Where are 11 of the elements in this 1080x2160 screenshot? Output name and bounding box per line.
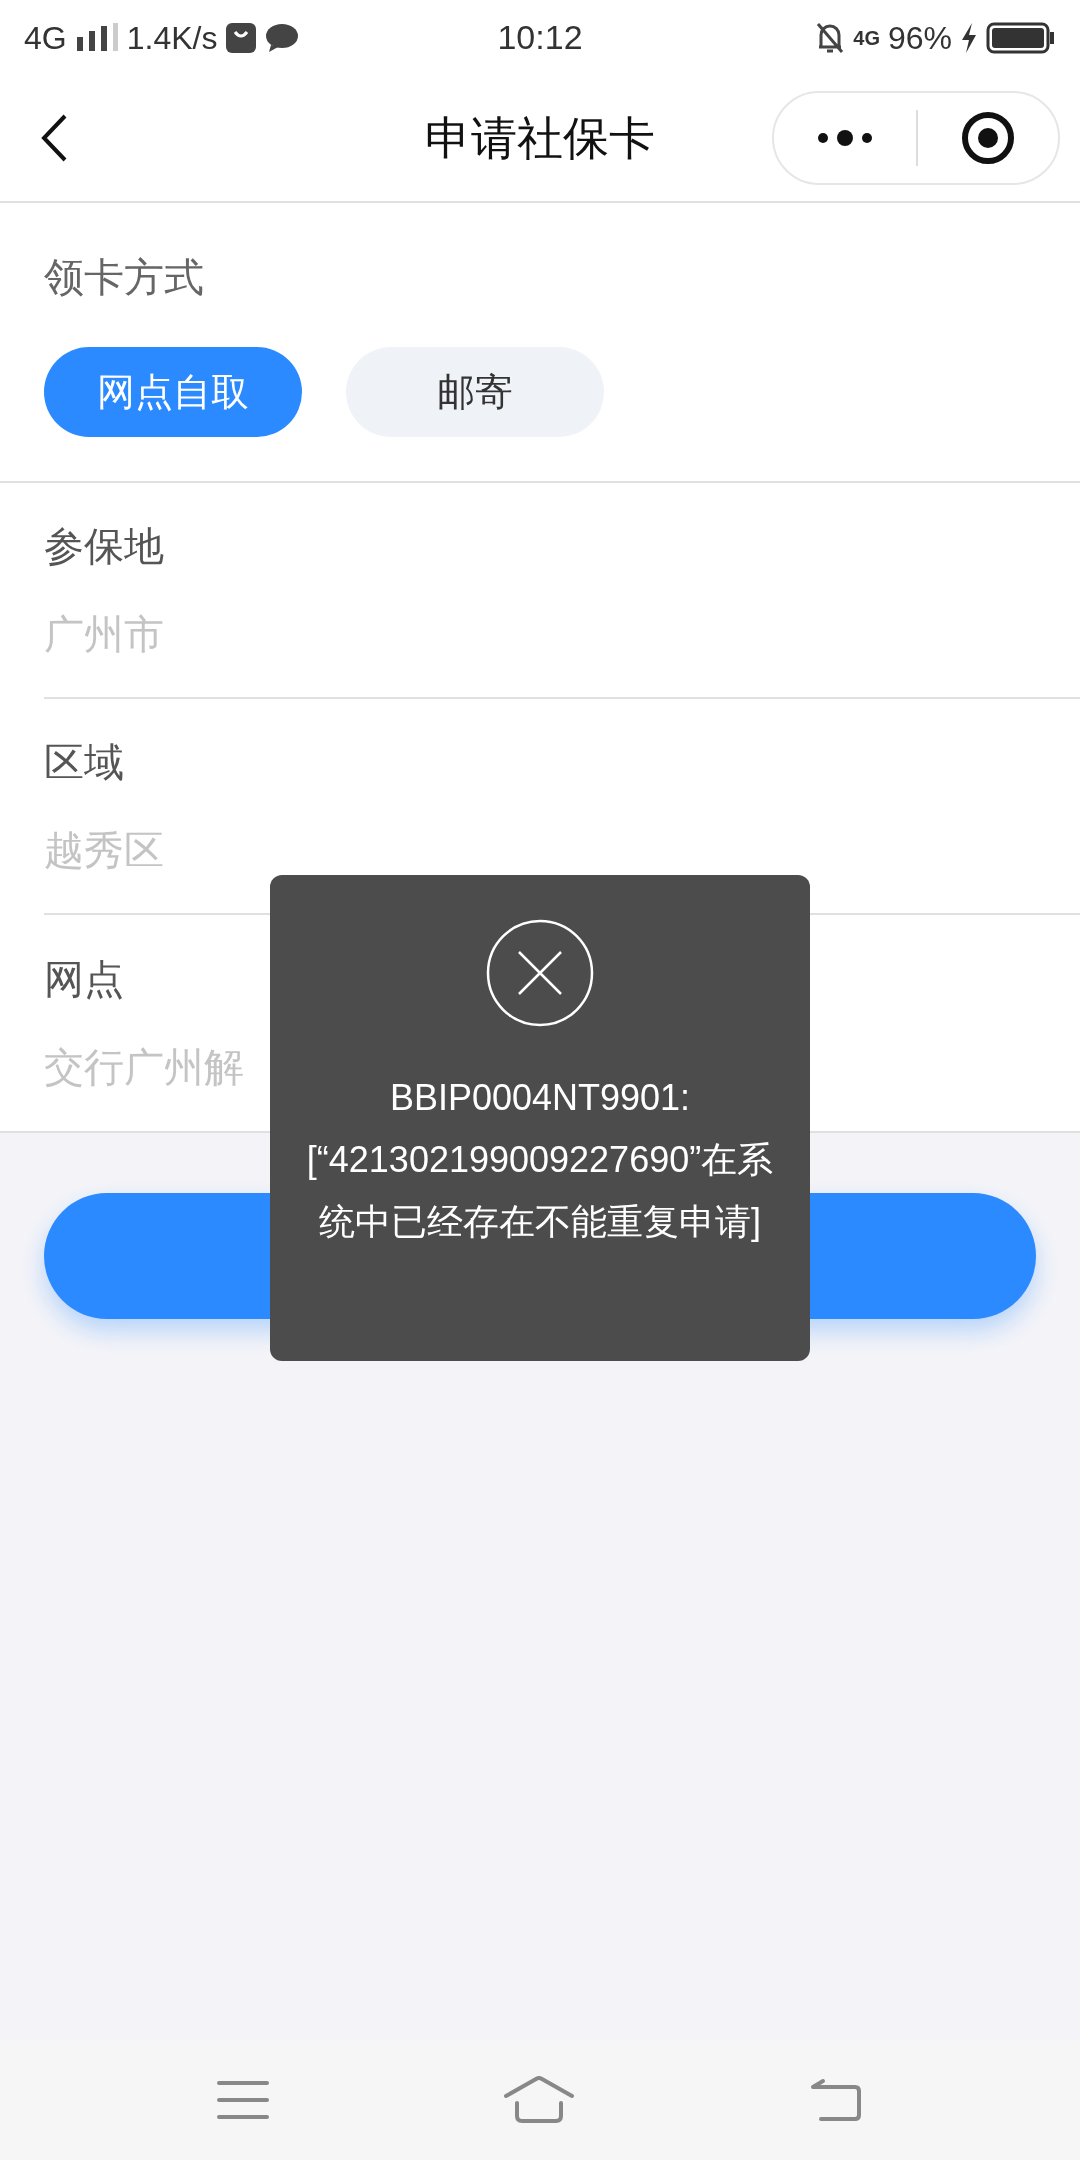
network-label: 4G [853, 27, 880, 48]
error-message: BBIP0004NT9901: [“421302199009227690”在系统中已经存在不能重复申请] [305, 1076, 775, 1244]
page-title: 申请社保卡 [425, 110, 655, 166]
field-label: 领卡方式 [44, 254, 205, 301]
battery-percent: 96% [887, 18, 952, 58]
field-label: 网点 [44, 956, 124, 1003]
field-label: 参保地 [44, 523, 164, 570]
network-label: 4G [24, 18, 67, 58]
clock: 10:12 [497, 17, 583, 58]
network-speed: 1.4K/s [126, 18, 218, 58]
field-label: 区域 [44, 739, 124, 786]
